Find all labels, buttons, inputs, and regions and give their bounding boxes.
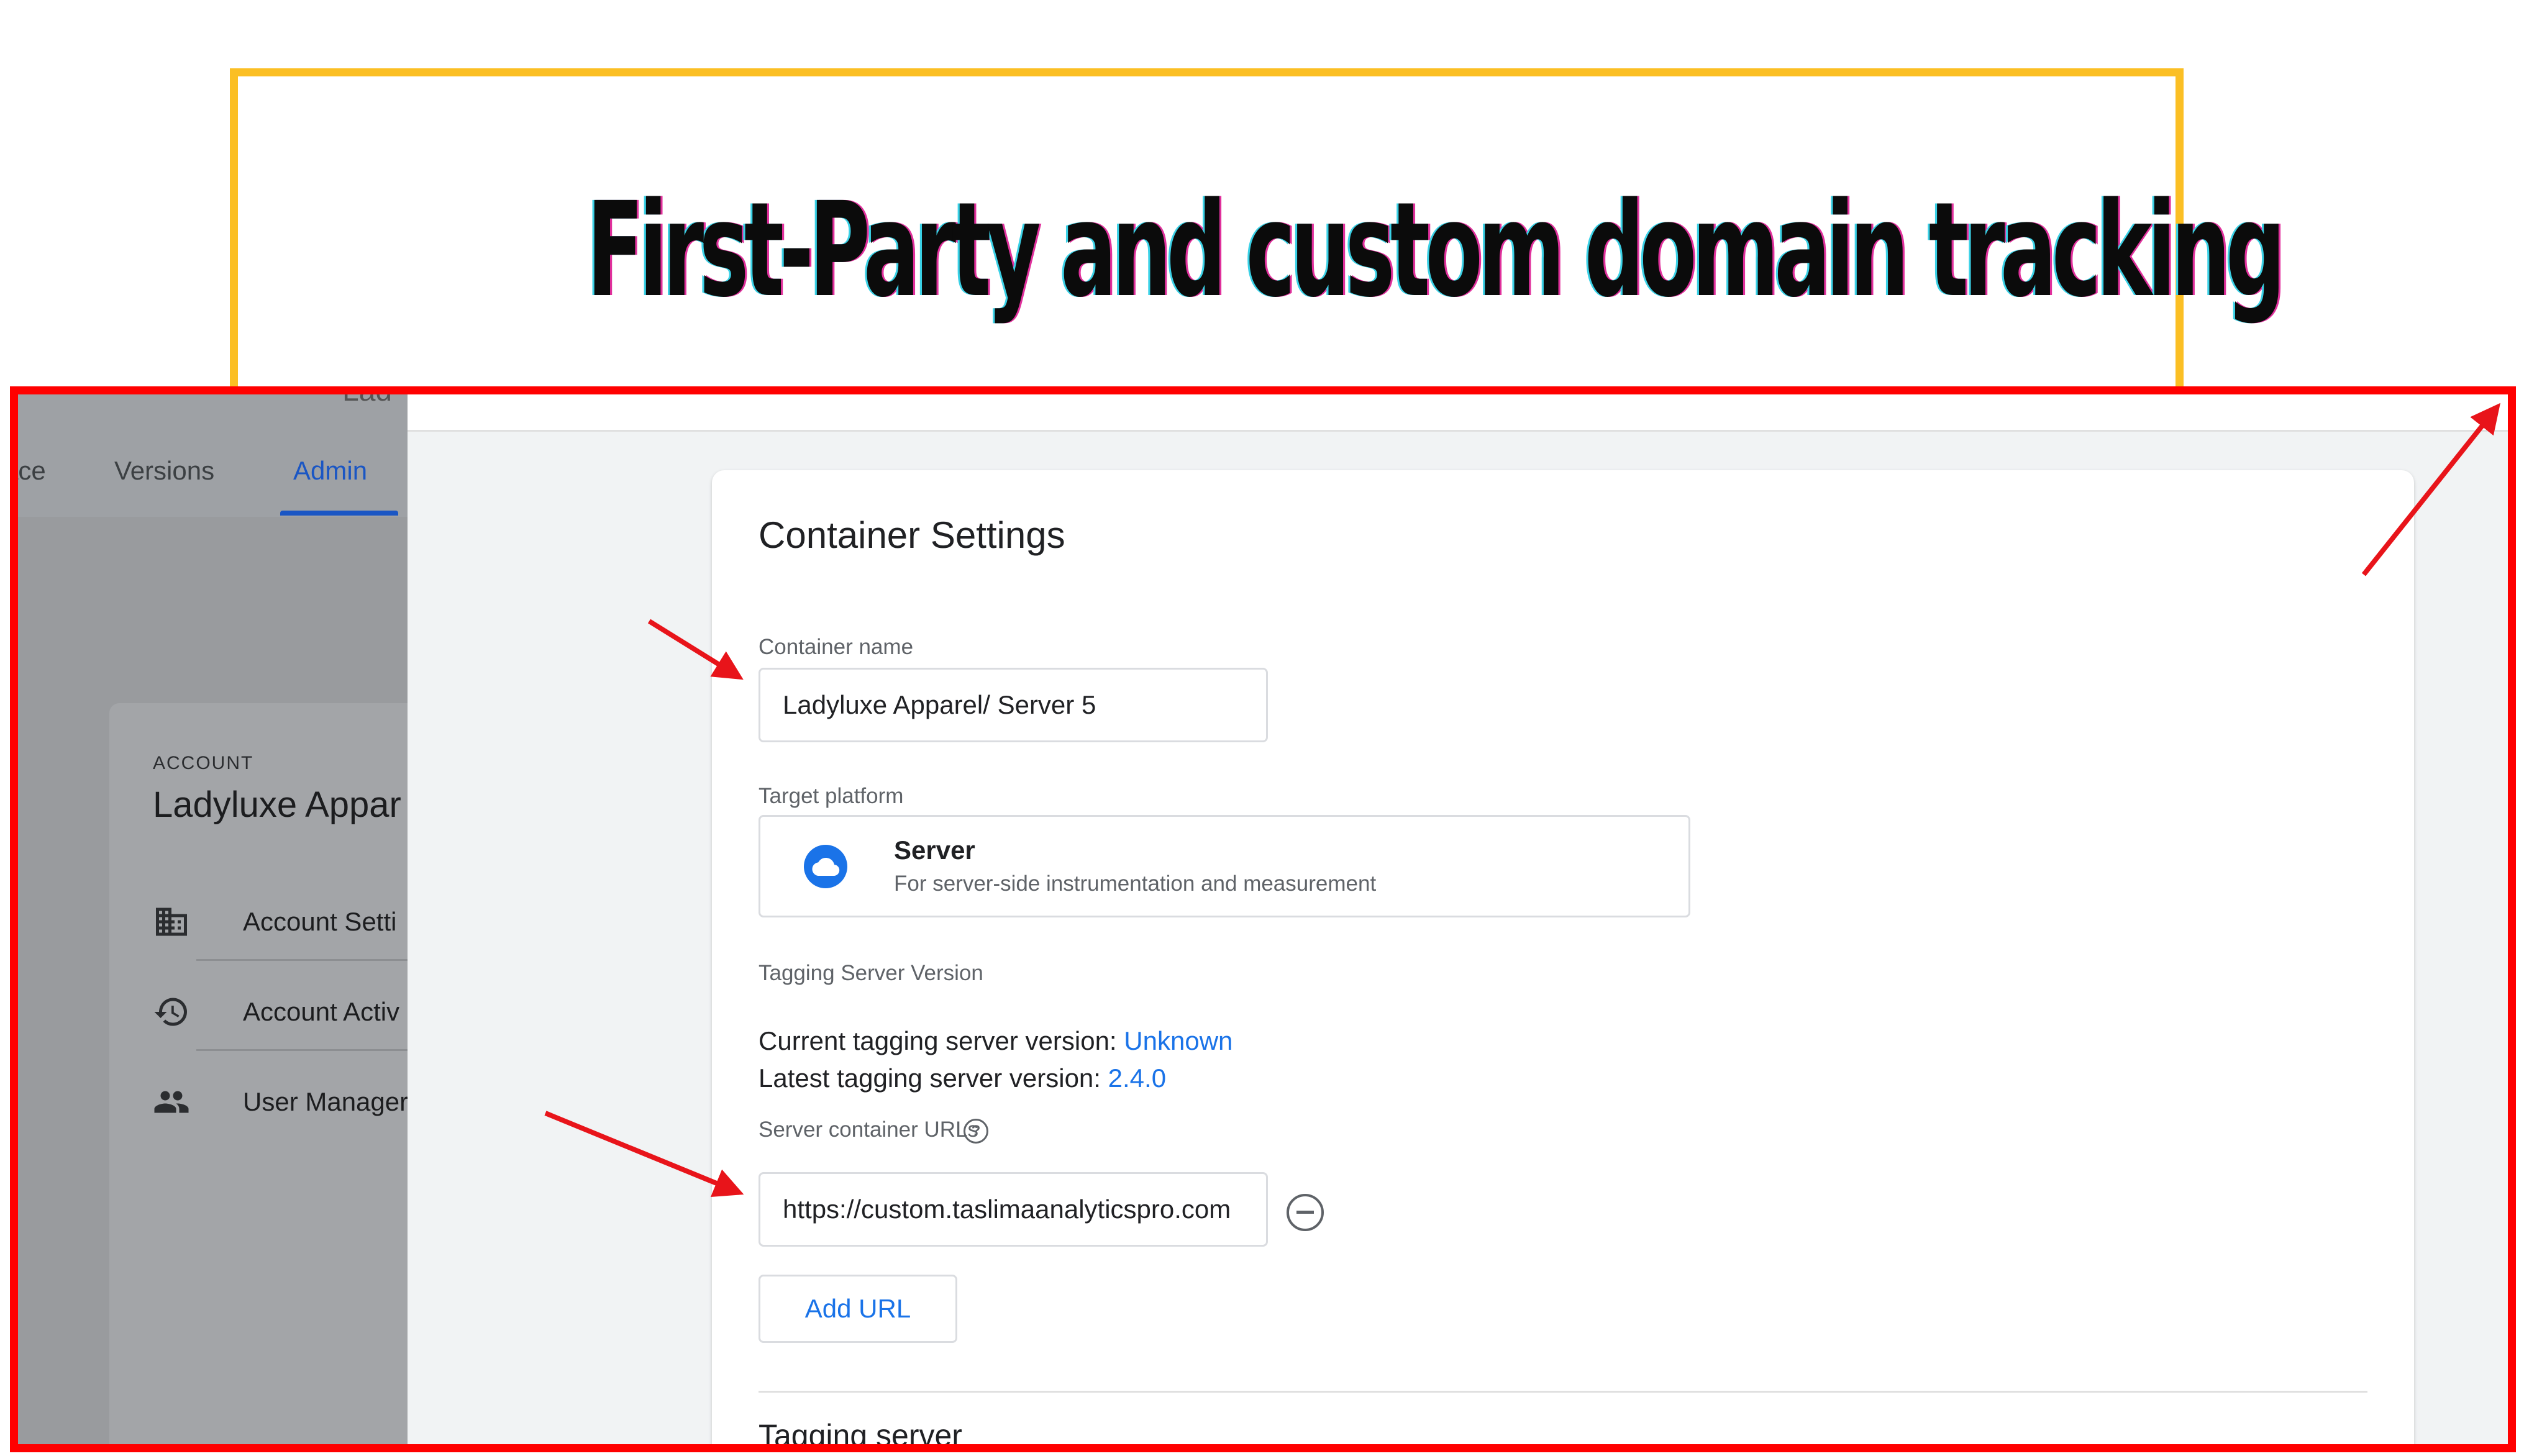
title-banner: First-Party and custom domain tracking [230,68,2285,404]
building-icon [156,908,187,936]
menu-account-activity[interactable]: Account Activ [153,980,445,1042]
menu-label: User Manager [243,1087,409,1116]
current-version-prefix: Current tagging server version: [759,1026,1117,1055]
cloud-icon [804,845,847,888]
active-tab-indicator [280,511,398,516]
container-settings-panel: Container Settings Container name Target… [408,386,2516,1452]
account-section-label: ACCOUNT [153,753,254,773]
account-card: ACCOUNT Ladyluxe Appar Account Setti Acc… [109,703,445,1452]
people-icon [154,1091,189,1113]
tagging-server-heading: Tagging server [759,1418,962,1452]
background-admin-page: Lad ace Versions Admin ACCOUNT Ladyluxe … [10,386,445,1452]
target-platform-label: Target platform [759,784,904,808]
tab-versions[interactable]: Versions [114,456,214,486]
target-platform-option[interactable]: Server For server-side instrumentation a… [759,815,1690,917]
server-urls-label: Server container URLs [759,1117,979,1142]
latest-version-value[interactable]: 2.4.0 [1108,1063,1166,1093]
container-settings-card: Container Settings Container name Target… [712,470,2414,1452]
tab-bar: Lad ace Versions Admin [10,386,445,517]
partial-header-text: Lad [342,386,393,407]
help-icon[interactable]: ? [964,1119,988,1144]
platform-name: Server [894,835,975,865]
tab-admin[interactable]: Admin [293,456,367,486]
add-url-button[interactable]: Add URL [759,1275,957,1343]
platform-description: For server-side instrumentation and meas… [894,871,1377,896]
tab-workspace-partial[interactable]: ace [10,456,46,486]
latest-version-prefix: Latest tagging server version: [759,1063,1101,1093]
menu-account-settings[interactable]: Account Setti [153,890,445,952]
card-title: Container Settings [759,514,1065,556]
current-version-line: Current tagging server version: Unknown [759,1026,1232,1056]
banner-title: First-Party and custom domain tracking [586,174,2285,326]
server-url-input[interactable] [759,1172,1268,1247]
current-version-value[interactable]: Unknown [1124,1026,1232,1055]
panel-header-bar [408,386,2516,432]
container-name-input[interactable] [759,668,1268,742]
remove-url-icon[interactable] [1287,1194,1324,1231]
history-icon [154,998,187,1026]
container-name-label: Container name [759,635,914,659]
section-divider [759,1391,2367,1393]
menu-label: Account Setti [243,907,397,936]
latest-version-line: Latest tagging server version: 2.4.0 [759,1063,1166,1093]
menu-label: Account Activ [243,997,400,1026]
tagging-server-version-label: Tagging Server Version [759,961,983,985]
account-name: Ladyluxe Appar [153,785,401,825]
menu-user-management[interactable]: User Manager [153,1070,445,1132]
gtm-screenshot: Lad ace Versions Admin ACCOUNT Ladyluxe … [10,386,2516,1452]
admin-body: ACCOUNT Ladyluxe Appar Account Setti Acc… [10,517,445,1452]
